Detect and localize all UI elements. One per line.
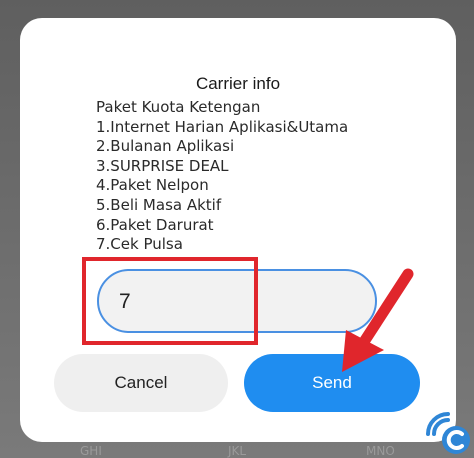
dialer-keypad-hints: GHI JKL MNO xyxy=(0,440,474,458)
menu-line: 6.Paket Darurat xyxy=(96,215,214,234)
carrier-info-dialog: Carrier info Paket Kuota Ketengan 1.Inte… xyxy=(20,18,470,454)
ussd-menu-list: Paket Kuota Ketengan 1.Internet Harian A… xyxy=(96,98,348,255)
menu-line: 1.Internet Harian Aplikasi&Utama xyxy=(96,117,349,136)
cancel-button[interactable]: Cancel xyxy=(54,354,228,412)
keypad-hint-5: JKL xyxy=(228,444,247,458)
menu-line: 3.SURPRISE DEAL xyxy=(96,156,229,175)
red-arrow-icon xyxy=(342,268,414,372)
keypad-hint-6: MNO xyxy=(366,444,395,458)
menu-line: 7.Cek Pulsa xyxy=(96,235,183,254)
watermark-logo-icon xyxy=(426,412,470,454)
menu-line: 4.Paket Nelpon xyxy=(96,176,209,195)
menu-line: Paket Kuota Ketengan xyxy=(96,98,261,116)
menu-line: 2.Bulanan Aplikasi xyxy=(96,137,235,156)
red-highlight-box xyxy=(82,257,258,345)
dialog-title: Carrier info xyxy=(195,74,281,93)
keypad-hint-4: GHI xyxy=(80,444,102,458)
menu-line: 5.Beli Masa Aktif xyxy=(96,195,222,214)
